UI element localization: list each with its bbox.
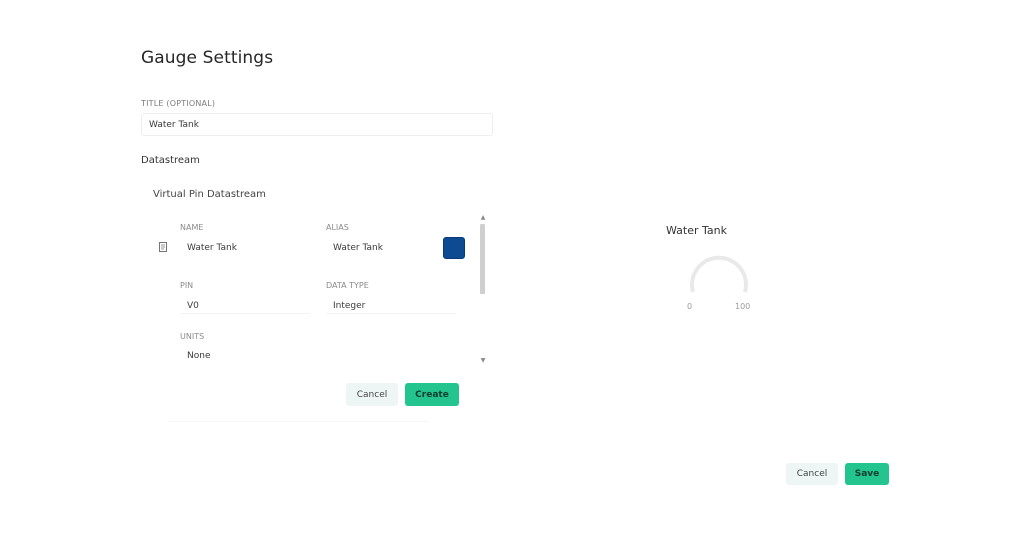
page-title: Gauge Settings — [141, 48, 274, 68]
gauge-preview-title: Water Tank — [666, 224, 727, 237]
scroll-thumb[interactable] — [480, 224, 485, 294]
data-type-divider — [326, 313, 456, 314]
units-label: UNITS — [180, 332, 205, 341]
scroll-up-arrow-icon[interactable]: ▲ — [479, 214, 487, 221]
name-value[interactable]: Water Tank — [187, 243, 237, 253]
panel-bottom-divider — [168, 421, 428, 422]
color-picker-swatch[interactable] — [443, 237, 465, 259]
title-field-label: TITLE (OPTIONAL) — [141, 99, 216, 108]
units-select[interactable]: None — [187, 351, 210, 361]
gauge-min-label: 0 — [687, 302, 693, 311]
pin-select[interactable]: V0 — [187, 301, 199, 311]
datastream-section-title: Datastream — [141, 155, 200, 166]
datastream-create-button[interactable]: Create — [405, 383, 459, 406]
alias-label: ALIAS — [326, 223, 349, 232]
pin-divider — [180, 313, 310, 314]
footer-cancel-button[interactable]: Cancel — [786, 463, 838, 485]
data-type-label: DATA TYPE — [326, 281, 369, 290]
gauge-preview-arc — [690, 255, 748, 293]
virtual-pin-datastream-title: Virtual Pin Datastream — [153, 189, 266, 200]
name-label: NAME — [180, 223, 204, 232]
scroll-down-arrow-icon[interactable]: ▼ — [479, 357, 487, 364]
alias-value[interactable]: Water Tank — [333, 243, 383, 253]
data-type-select[interactable]: Integer — [333, 301, 365, 311]
footer-save-button[interactable]: Save — [845, 463, 889, 485]
panel-scrollbar[interactable]: ▲ ▼ — [479, 214, 487, 364]
gauge-max-label: 100 — [735, 302, 751, 311]
datastream-cancel-button[interactable]: Cancel — [346, 383, 398, 406]
datastream-icon — [158, 241, 169, 253]
pin-label: PIN — [180, 281, 194, 290]
title-input[interactable] — [141, 113, 493, 136]
